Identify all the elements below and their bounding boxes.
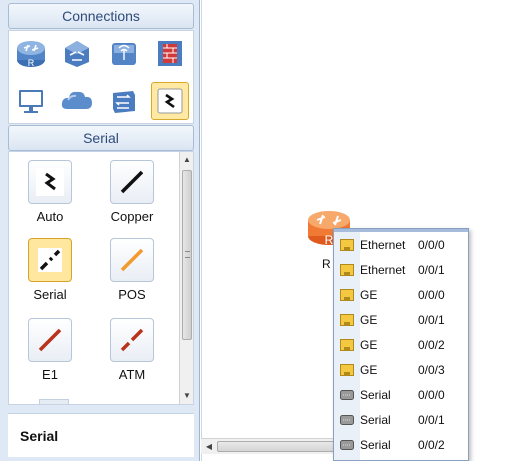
connections-grid: R [8,30,194,124]
canvas-h-scrollbar[interactable]: ◀ [201,438,336,454]
port-menu-item[interactable]: GE 0/0/1 [334,307,470,332]
port-number: 0/0/0 [418,387,445,402]
port-type: Serial [360,412,391,427]
cable-item-serial[interactable]: Serial [15,238,85,302]
port-type: Serial [360,387,391,402]
port-type: GE [360,337,378,352]
port-menu-item[interactable]: Serial 0/0/1 [334,407,470,432]
port-type: Ethernet [360,237,406,252]
cable-label: ATM [118,367,146,382]
scroll-thumb[interactable] [182,170,192,340]
port-number: 0/0/3 [418,362,445,377]
port-number: 0/0/1 [418,412,445,427]
cable-item-e1[interactable]: E1 [15,318,85,382]
ethernet-port-icon [334,263,360,276]
port-menu-item[interactable]: Ethernet 0/0/1 [334,257,470,282]
pc-icon[interactable] [12,82,50,120]
port-type: GE [360,287,378,302]
hub-icon[interactable] [105,82,143,120]
port-menu-item[interactable]: Ethernet 0/0/0 [334,232,470,257]
cloud-icon[interactable] [58,82,96,120]
copper-cable-icon [110,160,154,204]
cable-item-atm[interactable]: ATM [97,318,167,382]
h-scroll-thumb[interactable] [217,441,335,452]
serial-port-icon [334,439,360,450]
cable-label: Serial [33,287,67,302]
cable-label: POS [118,287,146,302]
cable-list: Auto Copper Serial POS E1 ATM ▲ ▼ [8,151,194,405]
port-selection-menu: Ethernet 0/0/0 Ethernet 0/0/1 GE 0/0/0 G… [333,228,469,461]
cable-label: Auto [36,209,64,224]
atm-cable-icon [110,318,154,362]
svg-text:R: R [28,58,35,68]
port-menu-item[interactable]: GE 0/0/2 [334,332,470,357]
serial-port-icon [334,389,360,400]
firewall-icon[interactable] [151,34,189,72]
port-menu-item[interactable]: Serial 0/0/2 [334,432,470,457]
ethernet-port-icon [334,338,360,351]
port-type: GE [360,312,378,327]
port-number: 0/0/0 [418,237,445,252]
ethernet-port-icon [334,288,360,301]
cable-item-partial [39,399,69,404]
connections-header[interactable]: Connections [8,3,194,29]
port-menu-item[interactable]: Serial 0/0/0 [334,382,470,407]
port-type: Ethernet [360,262,406,277]
cable-item-copper[interactable]: Copper [97,160,167,224]
cable-label: E1 [42,367,58,382]
cable-list-scrollbar[interactable]: ▲ ▼ [179,152,193,404]
cable-label: Copper [110,209,154,224]
port-menu-item[interactable]: GE 0/0/3 [334,357,470,382]
port-type: Serial [360,437,391,452]
ethernet-port-icon [334,363,360,376]
cable-item-auto[interactable]: Auto [15,160,85,224]
ethernet-port-icon [334,313,360,326]
port-number: 0/0/0 [418,287,445,302]
e1-cable-icon [28,318,72,362]
router-icon[interactable]: R [12,34,50,72]
pos-cable-icon [110,238,154,282]
cable-item-pos[interactable]: POS [97,238,167,302]
port-number: 0/0/2 [418,437,445,452]
scroll-down-icon[interactable]: ▼ [180,388,193,404]
scroll-left-icon[interactable]: ◀ [203,439,215,455]
wireless-icon[interactable] [105,34,143,72]
auto-cable-icon [28,160,72,204]
serial-cable-icon [28,238,72,282]
port-type: GE [360,362,378,377]
selected-cable-name: Serial [8,413,194,457]
port-number: 0/0/1 [418,312,445,327]
scroll-up-icon[interactable]: ▲ [180,152,193,168]
connection-cable-icon[interactable] [151,82,189,120]
port-number: 0/0/2 [418,337,445,352]
ethernet-port-icon [334,238,360,251]
serial-header[interactable]: Serial [8,125,194,151]
port-number: 0/0/1 [418,262,445,277]
device-label: R [322,257,331,271]
serial-port-icon [334,414,360,425]
device-panel: Connections R Serial Auto Copper Serial … [0,0,200,461]
port-menu-item[interactable]: GE 0/0/0 [334,282,470,307]
switch-icon[interactable] [58,34,96,72]
